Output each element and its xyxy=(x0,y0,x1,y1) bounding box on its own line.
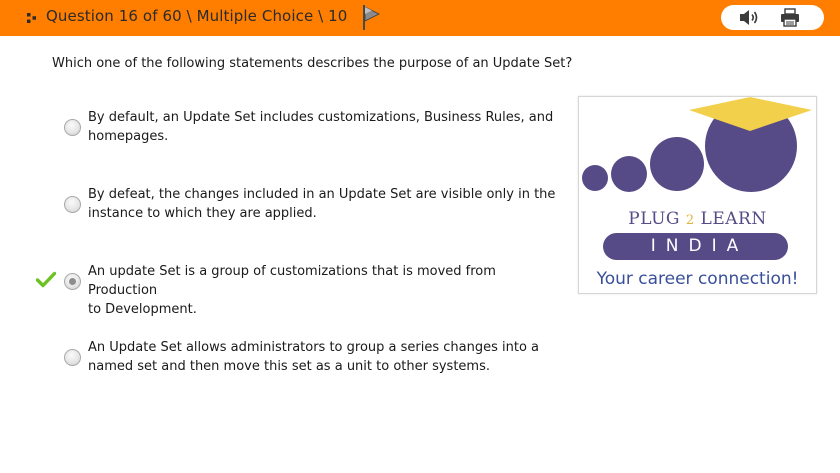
radio-button-selected[interactable] xyxy=(64,273,81,290)
radio-button[interactable] xyxy=(64,349,81,366)
flag-icon[interactable] xyxy=(360,3,382,31)
plug2learn-logo: PLUG 2 LEARN INDIA Your career connectio… xyxy=(578,96,817,294)
logo-graphic xyxy=(582,97,812,192)
radio-button[interactable] xyxy=(64,119,81,136)
answer-option-text: An Update Set allows administrators to g… xyxy=(88,340,540,374)
answer-option-3[interactable]: An update Set is a group of customizatio… xyxy=(60,262,580,317)
radio-button[interactable] xyxy=(64,196,81,213)
logo-wordmark: PLUG 2 LEARN xyxy=(628,209,767,229)
question-text: Which one of the following statements de… xyxy=(52,56,573,71)
answer-option-2[interactable]: By defeat, the changes included in an Up… xyxy=(60,185,560,225)
answer-option-1[interactable]: By default, an Update Set includes custo… xyxy=(60,108,560,148)
header-bar: Question 16 of 60 \ Multiple Choice \ 10 xyxy=(0,0,840,36)
question-counter-title: Question 16 of 60 \ Multiple Choice \ 10 xyxy=(46,7,348,25)
logo-country-pill: INDIA xyxy=(603,233,788,260)
answer-option-text: By defeat, the changes included in an Up… xyxy=(88,187,556,221)
answer-option-4[interactable]: An Update Set allows administrators to g… xyxy=(60,338,560,378)
printer-icon[interactable] xyxy=(779,7,801,28)
answer-option-text: By default, an Update Set includes custo… xyxy=(88,110,554,144)
answer-option-text: An update Set is a group of customizatio… xyxy=(88,264,496,317)
toolbar xyxy=(721,5,824,30)
logo-tagline: Your career connection! xyxy=(596,269,799,289)
speaker-icon[interactable] xyxy=(738,7,760,28)
drag-handle-icon[interactable] xyxy=(27,13,37,23)
correct-answer-check-icon xyxy=(36,271,56,288)
